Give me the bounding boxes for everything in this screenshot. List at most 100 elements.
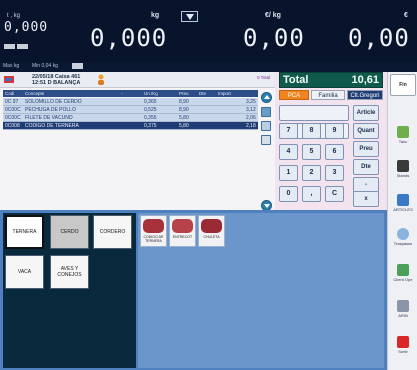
table-row[interactable]: 0C 97 SOLOMILLO DE CERDO 0,365 8,90 3,25 [3,98,258,106]
product-entrecot[interactable]: ENTRECOT [169,215,196,247]
key-6[interactable]: 6 [325,144,344,160]
row-qty: 0,355 [144,115,157,121]
col-disc: Dte [199,91,207,96]
tab-pca[interactable]: PCA [279,90,309,100]
col-code: Codi [5,91,15,96]
scale-icon [4,76,14,83]
price-unit: €/ kg [265,12,281,19]
traspasso-label: Traspasso [393,241,413,246]
col-name: Concepte [25,91,45,96]
articles-label: ARTICLES [393,207,413,212]
preu-button[interactable]: Preu [353,141,379,157]
article-button[interactable]: Article [353,105,379,121]
ticket-count: 0 Total [257,75,271,80]
tab-client[interactable]: Clt.Gregori [347,90,383,100]
key-0[interactable]: 0 [279,186,298,202]
gear-icon [397,300,409,312]
key-5[interactable]: 5 [302,144,321,160]
total-value: 10,61 [351,74,379,86]
client-label: Client Ope [393,277,413,282]
times-button[interactable]: x [353,191,379,207]
row-qty: 0,525 [144,107,157,113]
printer-icon [397,160,409,172]
dte-button[interactable]: Dte [353,159,379,175]
articles-button[interactable]: ARTICLES [390,192,416,220]
tanc-button[interactable]: Tanc [390,124,416,152]
min-label: Min 0,04 kg [32,63,58,69]
arin-label: ARIN [398,313,408,318]
category-vaca[interactable]: VACA [5,255,44,289]
copy-icon[interactable] [261,121,271,131]
key-8[interactable]: 8 [302,123,321,139]
meat-icon [143,219,164,233]
category-aves[interactable]: AVES Y CONEJOS [50,255,89,289]
table-row[interactable]: 0C00C PECHUGA DE POLLO 0,525 8,90 3,12 [3,106,258,114]
key-4[interactable]: 4 [279,144,298,160]
row-code: 0C 97 [5,99,19,105]
key-1[interactable]: 1 [279,165,298,181]
client-button[interactable]: Client Ope [390,262,416,290]
tare-label: t , kg [7,13,21,19]
col-sort-marker: - [121,91,123,96]
max-label: Max kg [3,63,20,69]
row-qty: 0,375 [144,123,157,129]
ticket-header: 22/05/18 Caixa 461 12:51 D BALANÇA 0 Tot… [0,72,275,88]
key-3[interactable]: 3 [325,165,344,181]
key-comma[interactable]: , [302,186,321,202]
row-name: PECHUGA DE POLLO [25,107,76,113]
row-name: FILETE DE VACUNO [25,115,73,121]
category-cerdo[interactable]: CERDO [50,215,89,249]
category-ternera[interactable]: TERNERA [5,215,44,249]
col-amount: Import [218,91,231,96]
meat-icon [201,219,222,233]
product-label: ENTRECOT [172,235,193,239]
fin-button[interactable]: Fin [390,74,416,96]
row-amount: 2,18 [246,123,256,129]
row-code: 0C00C [5,115,21,121]
col-price: Preu [179,91,189,96]
row-price: 8,90 [179,107,189,113]
tanc-label: Tanc [398,139,408,144]
key-7[interactable]: 7 [279,123,298,139]
ticket-panel: 22/05/18 Caixa 461 12:51 D BALANÇA 0 Tot… [0,72,275,211]
quant-button[interactable]: Quant [353,123,379,139]
stands-button[interactable]: Stands [390,158,416,186]
scroll-up-icon[interactable] [261,92,272,103]
ticket-time: 12:51 D BALANÇA [32,80,81,86]
ticket-grid-header: Codi Concepte Un./Kg Preu Dte Import - [3,90,258,97]
row-price: 8,90 [179,99,189,105]
key-clear[interactable]: C [325,186,344,202]
meat-icon [172,219,193,233]
product-chuleta[interactable]: CHULETA [198,215,225,247]
sortir-button[interactable]: Sortir [390,334,416,362]
indicator-chip [72,63,83,69]
row-amount: 3,12 [246,107,256,113]
client-icon [397,264,409,276]
amount-unit: € [404,12,408,19]
table-row[interactable]: 0C00C FILETE DE VACUNO 0,355 5,80 2,06 [3,114,258,122]
traspasso-button[interactable]: Traspasso [390,226,416,254]
numeric-keypad: Article Quant 7 8 9 4 5 6 Preu 1 2 3 Dte… [279,103,383,209]
stands-label: Stands [396,173,410,178]
product-selector: TERNERA CERDO CORDERO VACA AVES Y CONEJO… [0,210,387,370]
key-2[interactable]: 2 [302,165,321,181]
table-row-selected[interactable]: 0C008 CODIGO DE TERNERA 0,375 5,80 2,18 [3,122,258,130]
row-price: 5,80 [179,123,189,129]
product-label: CHULETA [203,235,220,239]
chevron-down-icon[interactable] [181,11,198,22]
key-9[interactable]: 9 [325,123,344,139]
right-toolbar: Fin Tanc Stands ARTICLES Traspasso Clien… [387,72,417,370]
ticket-scroll-controls [258,90,274,211]
edit-icon[interactable] [261,107,271,117]
row-code: 0C00C [5,107,21,113]
product-codigo-ternera[interactable]: CODIGO DE TERNERA [140,215,167,247]
delete-icon[interactable] [261,135,271,145]
category-cordero[interactable]: CORDERO [93,215,132,249]
row-qty: 0,365 [144,99,157,105]
arin-button[interactable]: ARIN [390,298,416,326]
indicator-chip [17,44,28,49]
tare-value: 0,000 [4,20,49,35]
articles-icon [397,194,409,206]
tab-familia[interactable]: Familia [311,90,345,100]
product-grid: CODIGO DE TERNERA ENTRECOT CHULETA [138,213,384,368]
